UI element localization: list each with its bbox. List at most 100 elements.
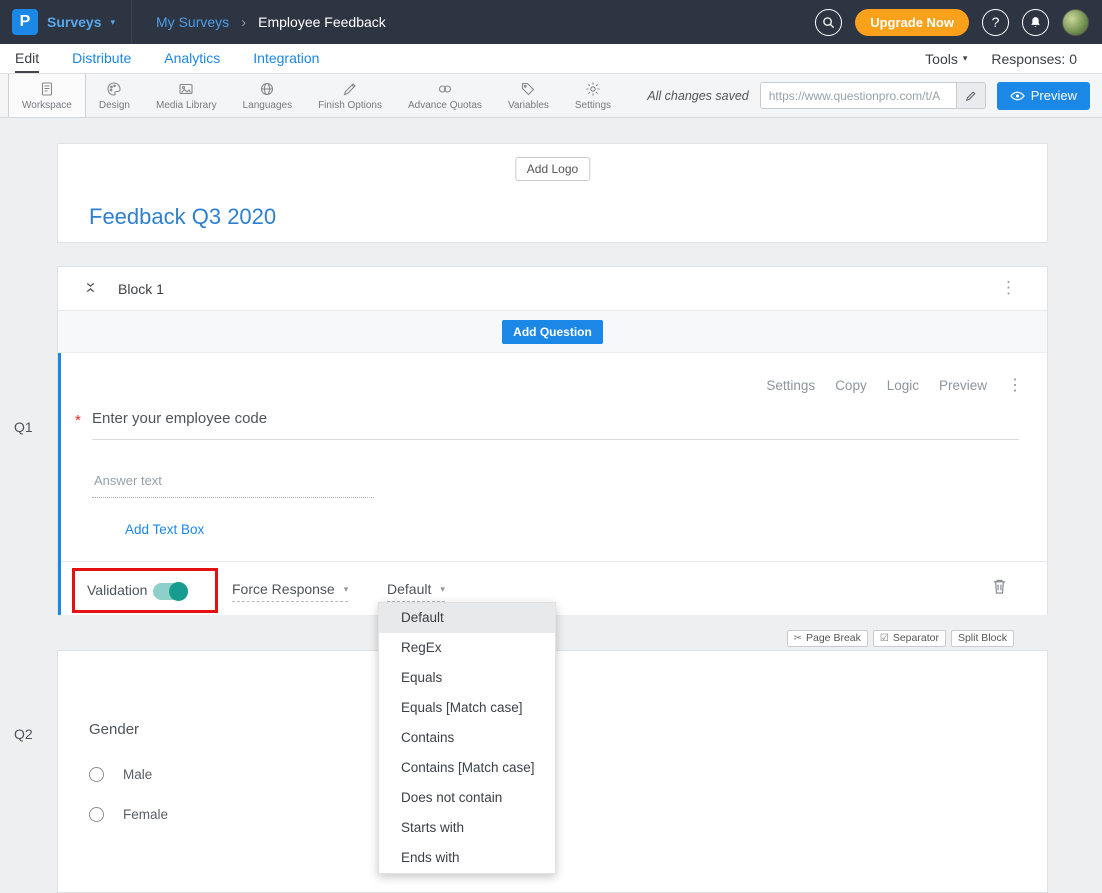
page-break-button[interactable]: ✂Page Break: [787, 630, 868, 647]
separator-button[interactable]: ☑Separator: [873, 630, 946, 647]
design-icon: [106, 81, 122, 97]
menu-item-equals[interactable]: Equals: [379, 663, 555, 693]
block-menu-button[interactable]: ⋮: [1000, 278, 1017, 298]
collapse-block-button[interactable]: [84, 281, 97, 299]
toolbar-item-advance-quotas[interactable]: Advance Quotas: [395, 74, 495, 117]
toolbar-item-languages[interactable]: Languages: [230, 74, 306, 117]
force-response-dropdown[interactable]: Force Response ▾: [232, 581, 348, 602]
question-text-underline: [92, 439, 1019, 440]
toolbar-item-design[interactable]: Design: [86, 74, 143, 117]
chevron-down-icon: ▾: [963, 53, 968, 64]
breadcrumb-separator-icon: ›: [241, 14, 246, 31]
required-marker: *: [75, 412, 81, 429]
survey-title[interactable]: Feedback Q3 2020: [89, 204, 276, 230]
help-button[interactable]: ?: [982, 9, 1009, 36]
separator-icon: ☑: [880, 633, 889, 644]
radio-option-label[interactable]: Female: [123, 807, 168, 822]
preview-button[interactable]: Preview: [997, 82, 1090, 110]
add-question-strip: Add Question: [58, 311, 1047, 353]
add-text-box-link[interactable]: Add Text Box: [125, 522, 204, 537]
toolbar-item-workspace[interactable]: Workspace: [8, 74, 86, 117]
chevron-down-icon: ▾: [110, 17, 115, 28]
menu-item-contains[interactable]: Contains: [379, 723, 555, 753]
question-2-text[interactable]: Gender: [89, 721, 139, 738]
radio-icon[interactable]: [89, 767, 104, 782]
chevron-down-icon: ▾: [440, 584, 445, 595]
radio-option-female[interactable]: Female: [89, 807, 168, 822]
variables-icon: [520, 81, 536, 97]
question-menu-button[interactable]: ⋮: [1007, 375, 1023, 395]
menu-item-default[interactable]: Default: [379, 603, 555, 633]
menu-item-starts-with[interactable]: Starts with: [379, 813, 555, 843]
finish-options-icon: [342, 81, 358, 97]
chevron-down-icon: ▾: [344, 584, 349, 595]
upgrade-now-button[interactable]: Upgrade Now: [855, 9, 969, 36]
toolbar-item-label: Design: [99, 100, 130, 111]
toolbar-item-label: Settings: [575, 100, 611, 111]
edit-url-button[interactable]: [956, 83, 985, 108]
validation-type-dropdown[interactable]: Default ▾: [387, 581, 445, 602]
toolbar-item-label: Workspace: [22, 100, 72, 111]
eye-icon: [1010, 91, 1025, 101]
collapse-icon: [84, 281, 97, 294]
add-question-button[interactable]: Add Question: [502, 320, 603, 344]
question-settings-link[interactable]: Settings: [766, 378, 815, 393]
survey-editor-page: P Surveys ▾ My Surveys › Employee Feedba…: [0, 0, 1102, 893]
validation-toggle[interactable]: [153, 583, 188, 600]
toggle-knob: [169, 582, 188, 601]
page-break-icon: ✂: [794, 633, 802, 644]
question-1-text[interactable]: Enter your employee code: [92, 410, 267, 427]
validation-type-label: Default: [387, 581, 431, 597]
search-button[interactable]: [815, 9, 842, 36]
toolbar-item-settings[interactable]: Settings: [562, 74, 624, 117]
edit-toolbar: Workspace Design Media Library Languages…: [0, 74, 1102, 118]
block-card: Block 1 ⋮ Add Question Settings Copy Log…: [57, 266, 1048, 615]
menu-item-regex[interactable]: RegEx: [379, 633, 555, 663]
tab-analytics[interactable]: Analytics: [164, 44, 220, 73]
toolbar-item-variables[interactable]: Variables: [495, 74, 562, 117]
survey-url-input[interactable]: [761, 83, 956, 108]
divider: [61, 561, 1047, 562]
survey-url-group: [760, 82, 986, 109]
tab-distribute[interactable]: Distribute: [72, 44, 131, 73]
delete-question-button[interactable]: [992, 578, 1007, 600]
header-actions: Upgrade Now ?: [815, 9, 1102, 36]
menu-item-ends-with[interactable]: Ends with: [379, 843, 555, 873]
menu-item-contains-match-case[interactable]: Contains [Match case]: [379, 753, 555, 783]
toolbar-item-label: Variables: [508, 100, 549, 111]
add-logo-button[interactable]: Add Logo: [515, 157, 590, 181]
breadcrumb: My Surveys › Employee Feedback: [156, 14, 386, 31]
toolbar-item-finish-options[interactable]: Finish Options: [305, 74, 395, 117]
bell-icon: [1029, 16, 1042, 29]
tab-edit[interactable]: Edit: [15, 44, 39, 73]
user-avatar[interactable]: [1062, 9, 1089, 36]
responses-count[interactable]: Responses: 0: [991, 51, 1077, 67]
tools-label: Tools: [925, 51, 958, 67]
search-icon: [822, 16, 835, 29]
breadcrumb-my-surveys[interactable]: My Surveys: [156, 14, 229, 30]
menu-item-equals-match-case[interactable]: Equals [Match case]: [379, 693, 555, 723]
product-switcher[interactable]: P Surveys ▾: [0, 0, 132, 44]
question-logic-link[interactable]: Logic: [887, 378, 919, 393]
question-copy-link[interactable]: Copy: [835, 378, 867, 393]
validation-label: Validation: [87, 582, 147, 598]
notifications-button[interactable]: [1022, 9, 1049, 36]
question-preview-link[interactable]: Preview: [939, 378, 987, 393]
toolbar-item-label: Languages: [243, 100, 293, 111]
radio-option-male[interactable]: Male: [89, 767, 152, 782]
tab-integration[interactable]: Integration: [253, 44, 319, 73]
block-title[interactable]: Block 1: [118, 281, 164, 297]
answer-text-field[interactable]: Answer text: [94, 473, 162, 488]
radio-icon[interactable]: [89, 807, 104, 822]
radio-option-label[interactable]: Male: [123, 767, 152, 782]
validation-type-menu: Default RegEx Equals Equals [Match case]…: [378, 602, 556, 874]
toolbar-right: All changes saved Preview: [647, 74, 1102, 117]
toolbar-item-label: Advance Quotas: [408, 100, 482, 111]
workspace-icon: [39, 81, 55, 97]
tools-menu[interactable]: Tools ▾: [925, 51, 967, 67]
split-block-button[interactable]: Split Block: [951, 630, 1014, 647]
survey-nav: Edit Distribute Analytics Integration To…: [0, 44, 1102, 74]
menu-item-does-not-contain[interactable]: Does not contain: [379, 783, 555, 813]
toolbar-item-media-library[interactable]: Media Library: [143, 74, 230, 117]
advance-quotas-icon: [437, 81, 453, 97]
